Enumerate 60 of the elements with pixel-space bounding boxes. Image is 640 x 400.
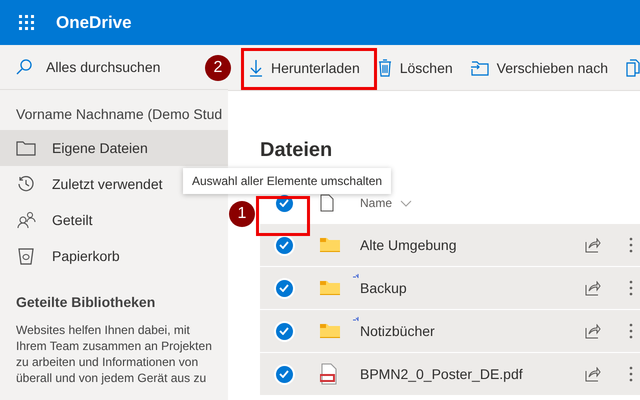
people-icon [16,211,36,229]
folder-icon [320,238,340,252]
toolbar-button[interactable]: Herunterladen [240,50,369,86]
file-row[interactable]: BPMN2_0_Poster_DE.pdf [260,353,640,396]
folder-icon [320,324,340,338]
checkmark-icon [279,284,289,292]
more-icon[interactable] [628,323,633,339]
copy-icon [626,58,640,76]
checkbox[interactable] [276,366,292,382]
more-icon[interactable] [628,366,633,382]
more-icon[interactable] [628,237,633,253]
checkmark-icon [279,199,289,207]
page-heading: Dateien [260,138,332,163]
checkmark-icon [279,241,289,249]
description-line: überall und von jedem Gerät aus zu [15,370,208,386]
toolbar-button[interactable]: Löschen [368,50,462,86]
step-badge: 1 [229,201,255,227]
history-icon [17,175,35,193]
file-name[interactable]: Notizbücher [360,323,435,339]
file-row[interactable]: Backup [260,267,640,310]
description-line: zu arbeiten und Informationen von [15,354,200,370]
file-row[interactable]: Alte Umgebung [260,224,640,267]
checkbox[interactable] [276,236,292,254]
app-title[interactable]: OneDrive [56,12,132,32]
file-name[interactable]: Alte Umgebung [360,237,457,253]
trash-icon [378,58,392,76]
nav-item[interactable]: Papierkorb [0,238,228,274]
folder-icon [16,140,36,156]
share-icon[interactable] [584,238,601,252]
download-icon [249,58,263,76]
file-type-icon [320,194,334,212]
column-header[interactable]: Name [360,196,392,210]
checkbox[interactable] [276,280,292,296]
file-row[interactable]: Notizbücher [260,310,640,353]
highlight-frame [256,196,310,236]
checkmark-icon [279,327,289,335]
more-icon[interactable] [628,280,633,296]
recycle-bin-icon [18,247,34,265]
chevron-down-icon[interactable] [400,200,412,206]
description-line: Websites helfen Ihnen dabei, mit [15,322,191,338]
pdf-file-icon [320,363,338,385]
section-title: Geteilte Bibliotheken [15,293,156,312]
nav-item[interactable]: Geteilt [0,202,228,238]
share-icon[interactable] [584,280,601,296]
toolbar-button[interactable]: Verschieben nach [462,50,617,86]
file-name[interactable]: BPMN2_0_Poster_DE.pdf [360,366,523,382]
nav-item[interactable]: Eigene Dateien [0,130,228,166]
checkbox[interactable] [276,322,292,340]
description-line: Ihrem Team zusammen an Projekten [15,338,213,354]
account-name: Vorname Nachname (Demo Stud [15,105,224,124]
share-icon[interactable] [584,324,601,338]
move-folder-icon [470,60,489,76]
search-icon [16,59,32,75]
checkmark-icon [279,370,289,378]
folder-icon [320,281,340,295]
app-launcher-icon[interactable] [19,14,35,30]
tooltip: Auswahl aller Elemente umschalten [183,168,392,194]
file-name[interactable]: Backup [360,280,407,296]
search-field[interactable]: Alles durchsuchen [8,49,168,85]
share-icon[interactable] [584,366,601,382]
